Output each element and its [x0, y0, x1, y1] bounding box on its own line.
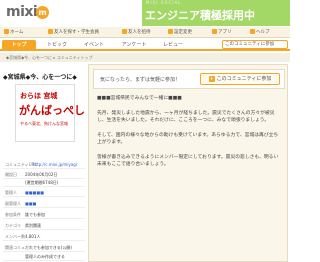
- plus-icon: +: [208, 76, 215, 82]
- info-key: 副管理人: [5, 201, 21, 206]
- breadcrumb[interactable]: ◆宮城県◆今、心を一つに ▸ コミュニティトップ: [0, 53, 290, 62]
- info-value: だれでも参加できる(公開): [25, 245, 72, 250]
- info-value: (運営期間6748日): [25, 180, 59, 185]
- util-apps[interactable]: アプリ: [212, 29, 232, 35]
- community-title: ◆宮城県◆今、心を一つに◆: [3, 74, 77, 81]
- info-row: 管理人のみ作成できる: [3, 252, 85, 261]
- description-paragraph: そして、国内の様々な地からの助けも受けています。あらゆる力で、宮城は再び立ち上が…: [97, 132, 279, 146]
- util-apps-label: アプリ: [218, 30, 232, 35]
- util-home[interactable]: ホーム: [4, 29, 23, 35]
- info-row: (運営期間6748日): [3, 178, 85, 187]
- app-icon: [212, 29, 217, 34]
- tab-survey[interactable]: アンケート: [116, 40, 152, 50]
- community-image[interactable]: おらほ 宮城 がんばっぺし やるべ東北、負けんな宮城: [15, 84, 85, 142]
- banner-sub-text: MIXI SOCIAL: [146, 0, 182, 5]
- admin-link[interactable]: ■■■■■: [25, 190, 44, 195]
- community-url-link[interactable]: http://c.mixi.jp/miyagi: [33, 162, 77, 167]
- community-description: ■■■宮城県民でみんなで一緒に■■■ 先月、発災しました地震から、一ヶ月が経ちま…: [97, 95, 282, 176]
- description-paragraph: 皆様が書き込みできるようにメンバー限定にしております。震災の悲しさも、明るい未来…: [97, 154, 279, 168]
- sub-admin-link[interactable]: ■■■: [25, 201, 36, 206]
- join-community-button-label: このコミュニティに参加: [216, 76, 272, 82]
- community-image-line2: がんばっぺし: [19, 104, 85, 117]
- info-row: 関連コミュ だれでも参加できる(公開): [3, 243, 85, 252]
- util-invite-label: 友人を招待: [128, 30, 151, 35]
- community-image-line1: おらほ 宮城: [20, 92, 58, 100]
- join-prompt-box: 気になったら、まずは気軽に参加！ + このコミュニティに参加: [93, 69, 285, 89]
- util-home-label: ホーム: [10, 30, 24, 35]
- tab-event[interactable]: イベント: [78, 40, 110, 50]
- util-settings[interactable]: 設定変更: [168, 29, 192, 35]
- gear-icon: [168, 29, 173, 34]
- info-value: 県別関連: [25, 223, 41, 228]
- info-row: 副管理人 ■■■: [3, 199, 85, 208]
- info-key: カテゴリ: [5, 223, 21, 228]
- util-find-friends[interactable]: 友人を探す・学生会員: [48, 29, 99, 35]
- info-row: 管理人 ■■■■■: [3, 188, 85, 197]
- info-row: メンバー数 4,801人: [3, 232, 85, 241]
- invite-icon: [122, 29, 127, 34]
- home-icon: [4, 29, 9, 34]
- join-community-tab[interactable]: このコミュニティに参加: [222, 40, 288, 49]
- site-header: mixi m MIXI SOCIAL エンジニア積極採用中: [0, 0, 290, 28]
- info-row: 参加条件 誰でも参加: [3, 210, 85, 219]
- community-main: 気になったら、まずは気軽に参加！ + このコミュニティに参加 ■■■宮城県民でみん…: [88, 64, 288, 262]
- recruit-banner[interactable]: MIXI SOCIAL エンジニア積極採用中: [142, 0, 290, 26]
- description-paragraph: 先月、発災しました地震から、一ヶ月が経ちました。震災でたくさんの方々が被災し、生…: [97, 110, 275, 124]
- utility-nav: ホーム 友人を探す・学生会員 友人を招待 設定変更 アプリ ヘルプ: [0, 27, 290, 38]
- search-people-icon: [48, 29, 53, 34]
- info-key: メンバー数: [5, 234, 25, 239]
- join-community-button[interactable]: + このコミュニティに参加: [200, 73, 280, 85]
- banner-text: エンジニア積極採用中: [145, 9, 255, 22]
- info-key: 参加条件: [5, 212, 21, 217]
- tab-topic[interactable]: トピック: [42, 40, 72, 50]
- util-help-label: ヘルプ: [256, 30, 270, 35]
- util-help[interactable]: ヘルプ: [250, 29, 270, 35]
- info-key: 関連コミュ: [5, 245, 25, 250]
- util-invite[interactable]: 友人を招待: [122, 29, 151, 35]
- info-key: コミュニティURL: [5, 162, 37, 167]
- info-row: コミュニティURL http://c.mixi.jp/miyagi: [3, 160, 85, 169]
- description-paragraph: ■■■宮城県民でみんなで一緒に■■■: [97, 96, 182, 101]
- info-key: 管理人: [5, 190, 17, 195]
- main-tabs: トップ トピック イベント アンケート レビュー このコミュニティに参加: [0, 39, 290, 51]
- util-find-friends-label: 友人を探す・学生会員: [54, 30, 99, 35]
- info-value: 誰でも参加: [25, 212, 45, 217]
- util-settings-label: 設定変更: [174, 30, 192, 35]
- tab-review[interactable]: レビュー: [158, 40, 188, 50]
- join-prompt-text: 気になったら、まずは気軽に参加！: [100, 77, 181, 83]
- mixi-logo[interactable]: mixi: [6, 4, 38, 20]
- community-sidebar: ◆宮城県◆今、心を一つに◆ おらほ 宮城 がんばっぺし やるべ東北、負けんな宮城…: [3, 64, 85, 262]
- community-image-line3: やるべ東北、負けんな宮城: [20, 121, 68, 126]
- tab-top[interactable]: トップ: [2, 40, 36, 50]
- info-value: 4,801人: [25, 234, 41, 239]
- mixi-logo-badge-icon: m: [36, 6, 49, 19]
- info-value: 管理人のみ作成できる: [25, 254, 65, 259]
- info-row: カテゴリ 県別関連: [3, 221, 85, 230]
- help-icon: [250, 29, 255, 34]
